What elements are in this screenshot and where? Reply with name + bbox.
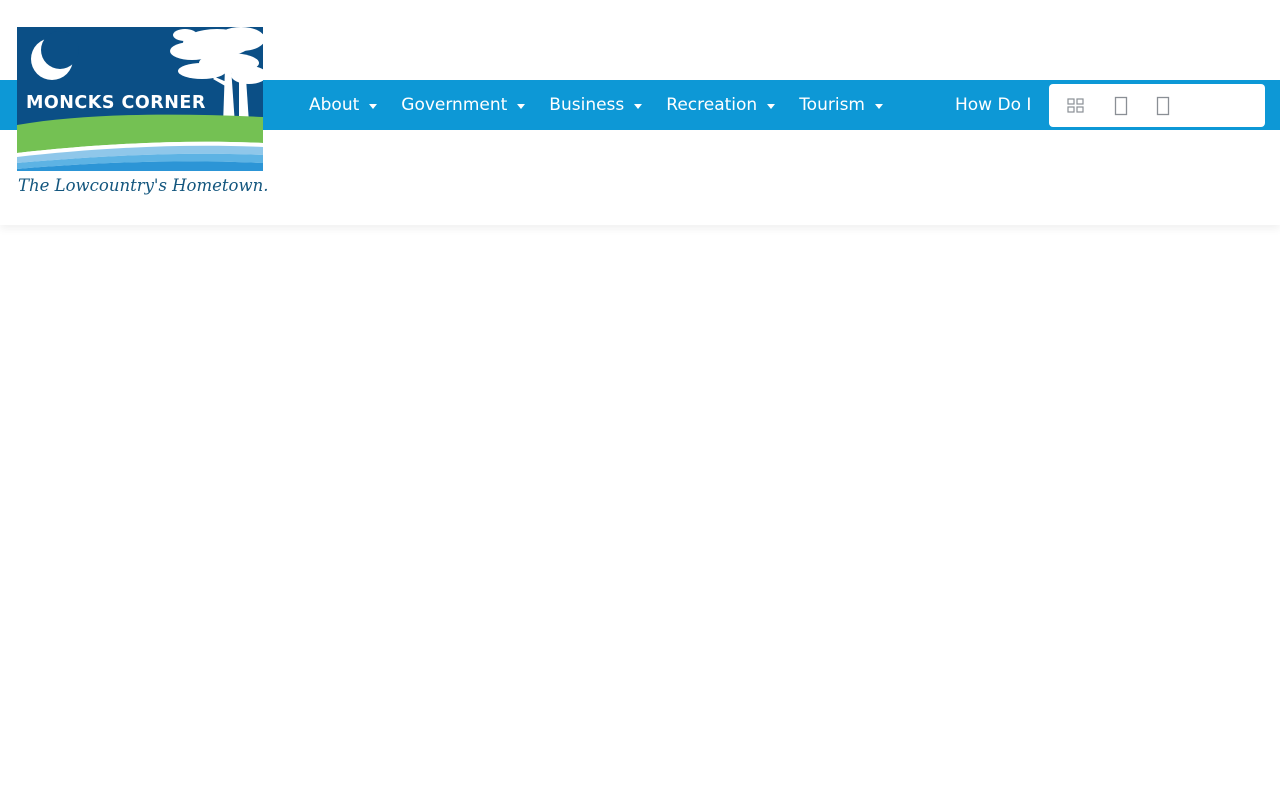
menu-item-tourism[interactable]: Tourism: [799, 95, 883, 115]
main-menu: About Government Business Recreation Tou…: [309, 80, 907, 130]
caret-down-icon: [875, 103, 883, 109]
menu-item-recreation[interactable]: Recreation: [666, 95, 776, 115]
menu-item-label: Business: [549, 95, 625, 115]
menu-item-label: Tourism: [799, 95, 865, 115]
caret-down-icon: [767, 103, 776, 109]
menu-item-government[interactable]: Government: [401, 95, 526, 115]
logo-title: MONCKS CORNER: [26, 93, 206, 113]
menu-item-label: Government: [401, 95, 508, 115]
tool-icon-3[interactable]: [1152, 95, 1174, 117]
menu-item-label: About: [309, 95, 360, 115]
logo-tagline: The Lowcountry's Hometown.: [18, 176, 269, 195]
site-header: MONCKS CORNER The Lowcountry's Hometown.…: [0, 0, 1280, 225]
tool-icon-2[interactable]: [1110, 95, 1132, 117]
menu-item-about[interactable]: About: [309, 95, 378, 115]
menu-item-label: How Do I: [955, 95, 1032, 115]
logo-emblem: MONCKS CORNER: [17, 27, 263, 171]
site-logo[interactable]: MONCKS CORNER The Lowcountry's Hometown.: [17, 27, 268, 202]
menu-item-label: Recreation: [666, 95, 758, 115]
utility-toolbar: [1049, 84, 1265, 127]
menu-item-business[interactable]: Business: [549, 95, 643, 115]
caret-down-icon: [517, 103, 526, 109]
grid-icon[interactable]: [1065, 95, 1087, 117]
caret-down-icon: [369, 103, 378, 109]
caret-down-icon: [634, 103, 643, 109]
menu-item-how-do-i[interactable]: How Do I: [955, 80, 1049, 130]
